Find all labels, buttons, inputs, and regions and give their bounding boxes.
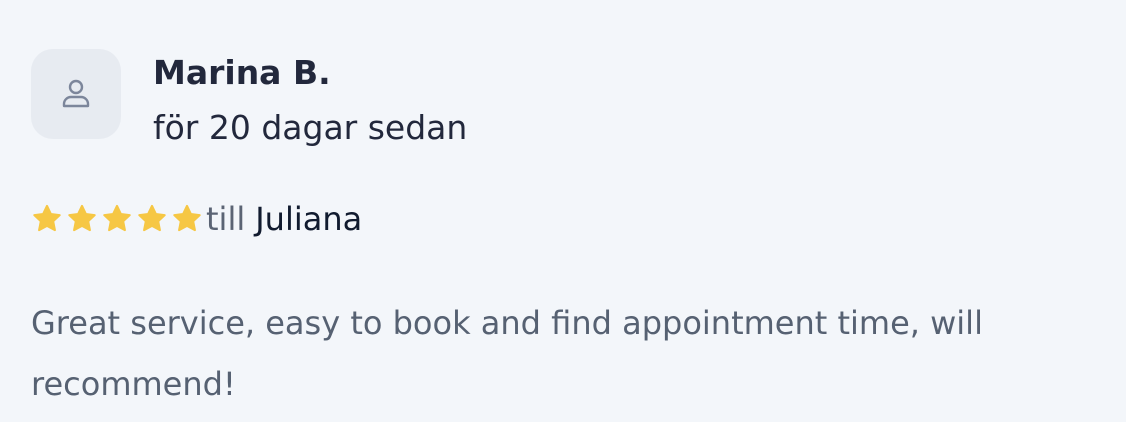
review-card: Marina B. för 20 dagar sedan till Julian…: [0, 0, 1126, 422]
avatar: [31, 49, 121, 139]
star-icon: [173, 204, 201, 232]
star-icon: [33, 204, 61, 232]
star-icon: [68, 204, 96, 232]
reviewer-name: Marina B.: [153, 53, 331, 92]
staff-name: Juliana: [255, 200, 363, 238]
review-text: Great service, easy to book and find app…: [31, 304, 983, 403]
star-rating: [31, 203, 206, 235]
star-icon: [138, 204, 166, 232]
rating-prefix: till: [206, 200, 246, 238]
star-icon: [103, 204, 131, 232]
review-date: för 20 dagar sedan: [153, 108, 468, 147]
rating-row: till Juliana: [31, 197, 362, 241]
user-icon: [62, 79, 90, 108]
